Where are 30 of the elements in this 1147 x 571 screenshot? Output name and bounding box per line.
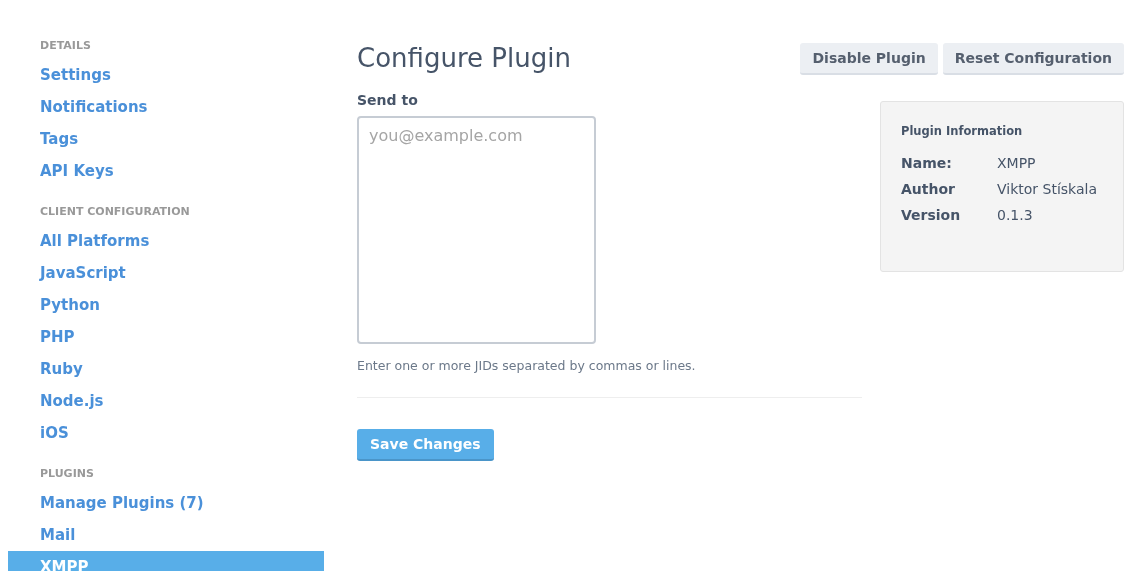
section-heading: PLUGINS (39, 466, 95, 482)
action-button[interactable]: Disable Plugin (800, 43, 938, 75)
sidebar-item[interactable]: Ruby (8, 353, 324, 385)
section-heading: DETAILS (39, 38, 92, 54)
input-field[interactable]: you@example.com (357, 116, 596, 344)
info-value: XMPP (997, 154, 1036, 173)
sidebar-item[interactable]: Node.js (8, 385, 324, 417)
sidebar-item[interactable]: Manage Plugins (7) (8, 487, 324, 519)
sidebar-item[interactable]: Notifications (8, 91, 324, 123)
sidebar-item[interactable]: PHP (8, 321, 324, 353)
action-button[interactable]: Reset Configuration (942, 43, 1124, 75)
sidebar-item[interactable]: Mail (8, 519, 324, 551)
sidebar-item[interactable]: Python (8, 289, 324, 321)
page-title: Configure Plugin (357, 43, 571, 73)
info-value: 0.1.3 (997, 206, 1033, 225)
sidebar-item[interactable]: Settings (8, 59, 324, 91)
info-key: Author (901, 176, 997, 202)
sidebar-item[interactable]: All Platforms (8, 225, 324, 257)
info-value: Viktor Stískala (997, 180, 1097, 199)
field-label: Send to (357, 92, 419, 108)
info-key: Version (901, 202, 997, 228)
sidebar-item[interactable]: iOS (8, 417, 324, 449)
panel-title: Plugin Information (901, 124, 1024, 138)
info-key: Name: (901, 150, 997, 176)
sidebar-item[interactable]: JavaScript (8, 257, 324, 289)
save-button[interactable]: Save Changes (357, 429, 494, 461)
sidebar-item[interactable]: Tags (8, 123, 324, 155)
sidebar-item[interactable]: API Keys (8, 155, 324, 187)
help-text: Enter one or more JIDs separated by commas or lines. (357, 358, 697, 373)
section-heading: CLIENT CONFIGURATION (39, 204, 191, 220)
